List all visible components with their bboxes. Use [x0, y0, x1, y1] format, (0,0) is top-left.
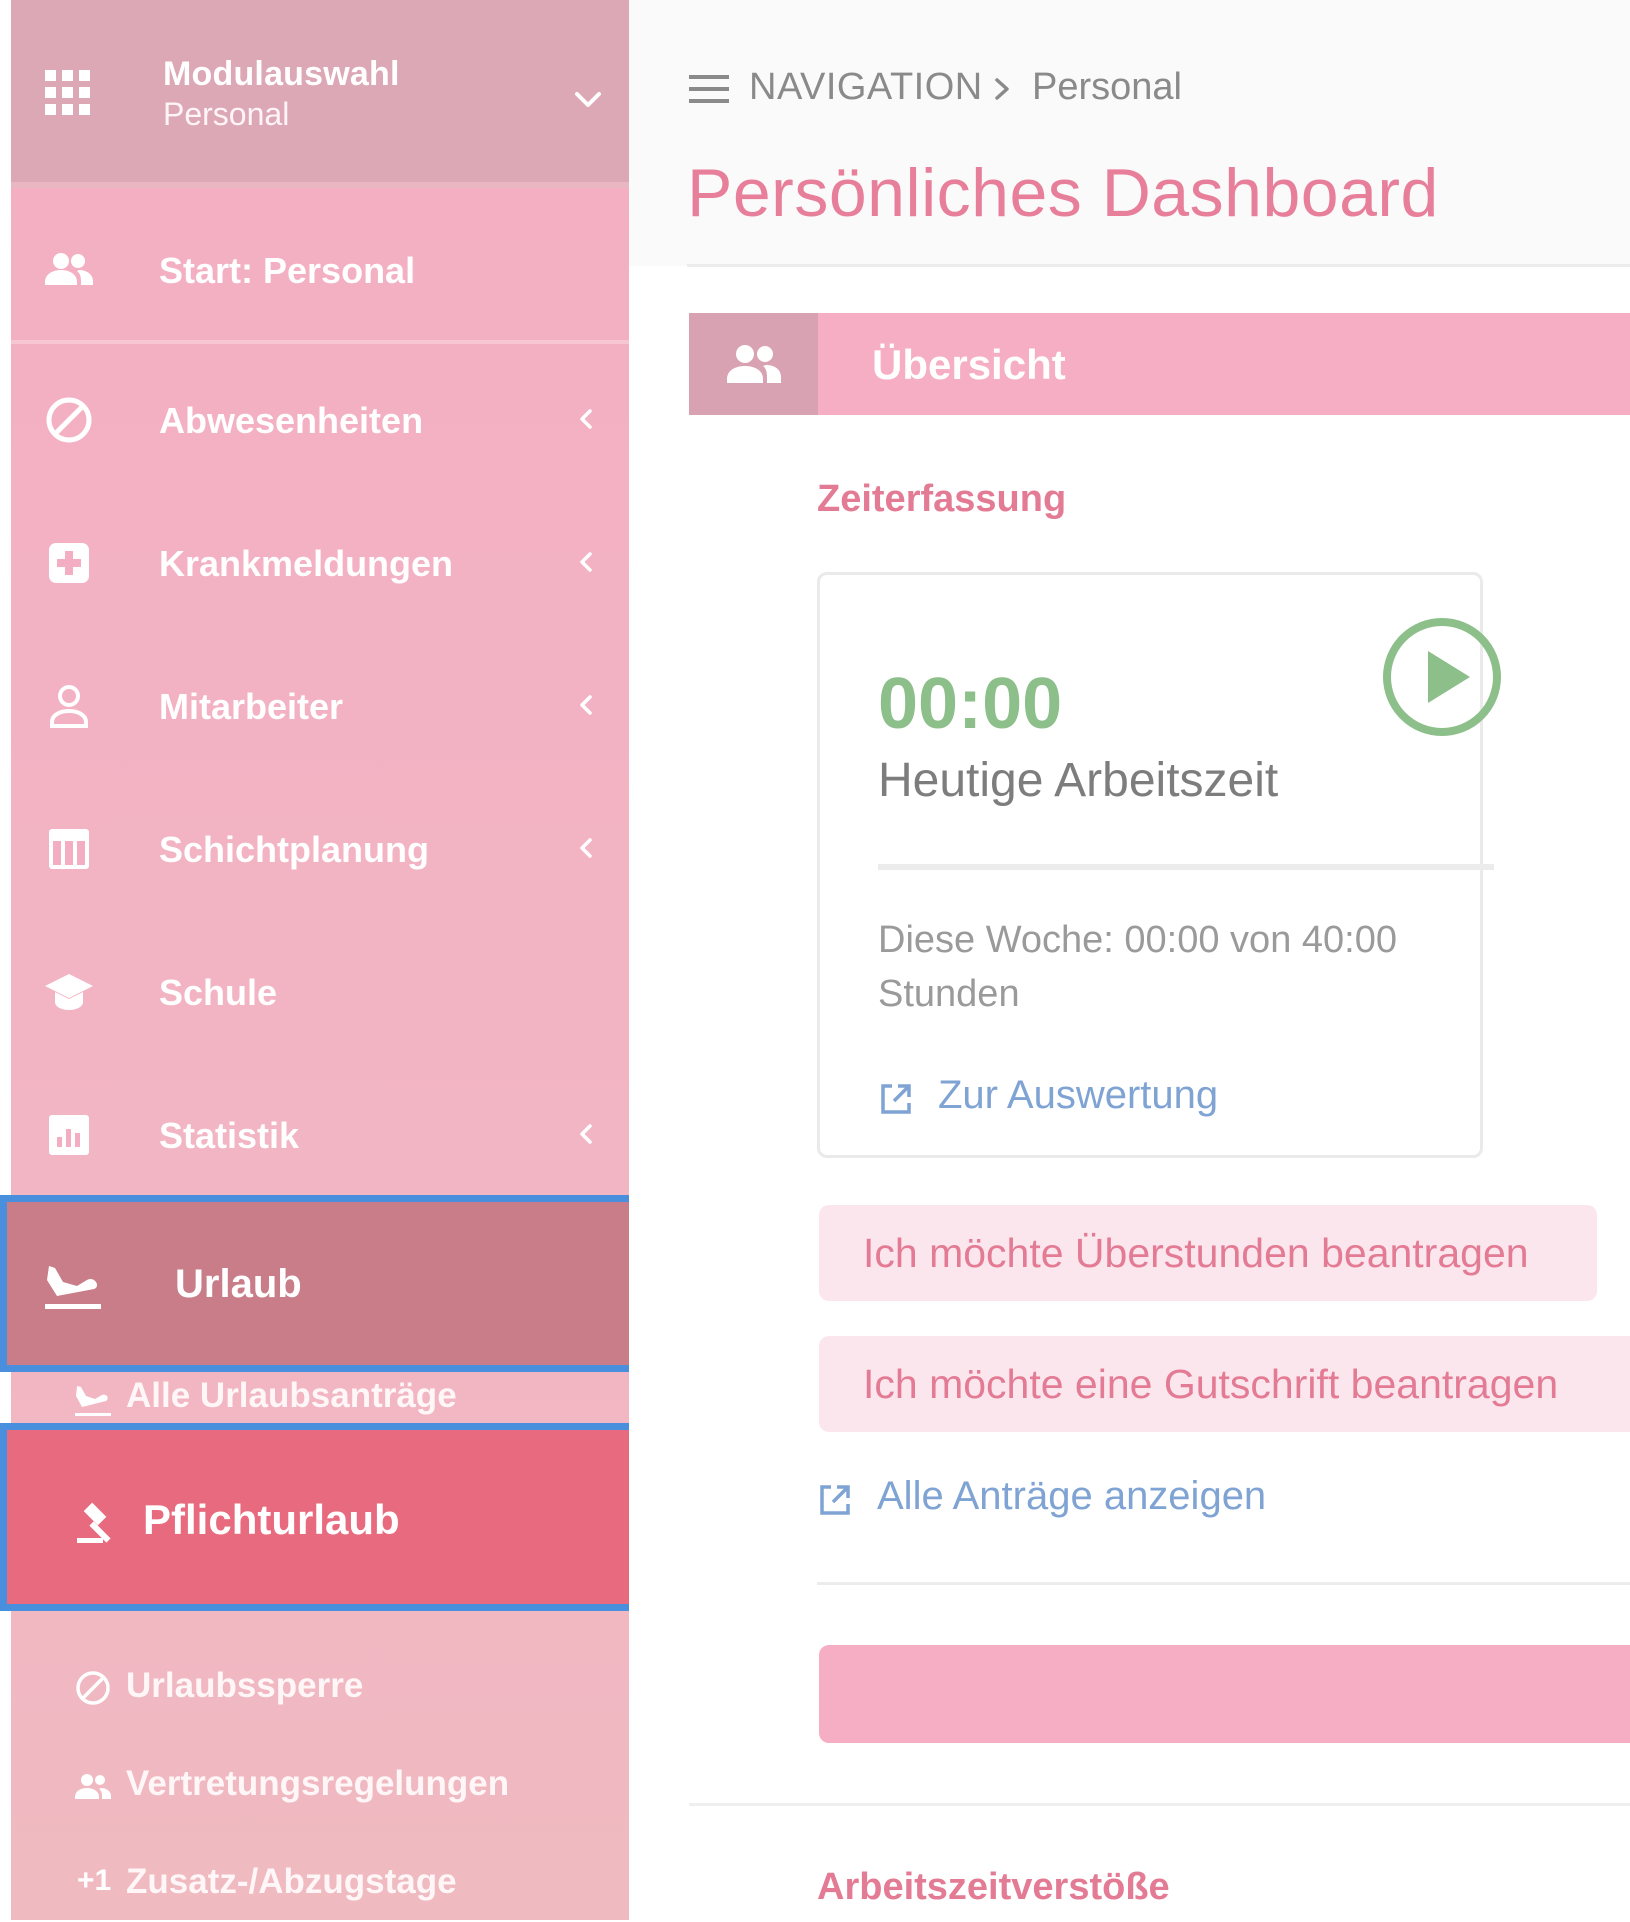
sidebar-subitem-urlaubssperre[interactable]: Urlaubssperre: [11, 1646, 629, 1726]
flight-land-icon: [45, 1266, 101, 1309]
external-link-icon: [881, 1084, 911, 1114]
apps-grid-icon: [45, 70, 90, 115]
sidebar-item-label: Schule: [159, 972, 278, 1013]
sidebar-subitem-label: Urlaubssperre: [126, 1666, 364, 1705]
sidebar-item-urlaub[interactable]: Urlaub: [0, 1195, 692, 1372]
request-overtime-button[interactable]: Ich möchte Überstunden beantragen: [819, 1205, 1597, 1301]
medical-plus-icon: [49, 543, 89, 583]
people-icon: [45, 253, 93, 285]
sidebar-item-label: Krankmeldungen: [159, 543, 454, 584]
sidebar-item-label: Urlaub: [175, 1262, 302, 1306]
week-hours-text: Diese Woche: 00:00 von 40:00 Stunden: [878, 919, 1397, 1015]
chevron-left-icon: [580, 409, 592, 429]
bar-chart-icon: [49, 1115, 89, 1155]
people-icon: [727, 345, 781, 383]
sidebar-subitem-label: Vertretungsregelungen: [126, 1764, 510, 1803]
evaluation-link-label: Zur Auswertung: [938, 1073, 1219, 1117]
page-title: Persönliches Dashboard: [687, 155, 1439, 231]
chevron-left-icon: [580, 695, 592, 715]
sidebar-item-mitarbeiter[interactable]: Mitarbeiter: [11, 636, 629, 779]
sidebar-item-label: Start: Personal: [159, 250, 416, 291]
chevron-left-icon: [580, 1124, 592, 1144]
all-requests-link-label: Alle Anträge anzeigen: [877, 1474, 1267, 1518]
time-tracking-card: 00:00 Heutige Arbeitszeit Diese Woche: 0…: [817, 572, 1501, 1158]
hamburger-menu-icon[interactable]: [689, 72, 731, 106]
sidebar-item-label: Mitarbeiter: [159, 686, 344, 727]
graduation-cap-icon: [45, 974, 93, 1010]
action-bar[interactable]: [819, 1645, 1630, 1743]
module-title: Modulauswahl: [163, 55, 400, 93]
section-divider: [817, 1582, 1630, 1585]
block-icon: [76, 1671, 110, 1705]
today-time-label: Heutige Arbeitszeit: [878, 754, 1279, 807]
sidebar-subitem-label: Pflichturlaub: [143, 1496, 400, 1543]
chevron-left-icon: [580, 552, 592, 572]
people-icon: [75, 1774, 111, 1799]
section-divider: [689, 1803, 1630, 1806]
section-label-arbeitszeitverstoesse: Arbeitszeitverstöße: [817, 1866, 1170, 1908]
sidebar-item-schichtplanung[interactable]: Schichtplanung: [11, 779, 629, 922]
sidebar-divider: [11, 340, 629, 344]
sidebar-subitem-label: Zusatz-/Abzugstage: [126, 1862, 457, 1901]
breadcrumb-root[interactable]: NAVIGATION: [749, 66, 983, 109]
person-icon: [50, 685, 88, 728]
sidebar-item-label: Abwesenheiten: [159, 400, 424, 441]
sidebar-subitem-zusatz-abzugstage[interactable]: +1 Zusatz-/Abzugstage: [11, 1842, 629, 1922]
play-icon[interactable]: [1380, 615, 1504, 739]
gavel-icon: [77, 1502, 111, 1543]
panel-icon-box: [689, 313, 818, 415]
section-label-zeiterfassung: Zeiterfassung: [817, 478, 1067, 520]
sidebar-item-schule[interactable]: Schule: [11, 922, 629, 1065]
block-icon: [46, 397, 92, 443]
sidebar-item-statistik[interactable]: Statistik: [11, 1065, 629, 1208]
sidebar-item-abwesenheiten[interactable]: Abwesenheiten: [11, 350, 629, 493]
module-selector[interactable]: Modulauswahl Personal: [11, 0, 629, 188]
plus-one-icon: +1: [77, 1864, 112, 1897]
sidebar-item-start-personal[interactable]: Start: Personal: [11, 200, 629, 343]
external-link-icon: [820, 1485, 850, 1515]
card-divider: [878, 864, 1494, 870]
table-calendar-icon: [49, 829, 89, 869]
sidebar: Modulauswahl Personal Start: Personal Ab…: [0, 0, 722, 1922]
sidebar-item-label: Statistik: [159, 1115, 300, 1156]
overview-panel-header: Übersicht: [689, 313, 1630, 415]
chevron-down-icon: [575, 92, 601, 107]
breadcrumb-current: Personal: [1032, 66, 1182, 108]
chevron-left-icon: [580, 838, 592, 858]
chevron-right-icon: [995, 78, 1009, 100]
main-content: NAVIGATION Personal Persönliches Dashboa…: [629, 0, 1630, 1920]
today-time-value: 00:00: [878, 664, 1063, 744]
sidebar-subitem-label: Alle Urlaubsanträge: [126, 1376, 457, 1415]
request-credit-button[interactable]: Ich möchte eine Gutschrift beantragen: [819, 1336, 1630, 1432]
flight-land-icon: [75, 1386, 111, 1416]
title-divider: [687, 264, 1630, 267]
sidebar-subitem-vertretungsregelungen[interactable]: Vertretungsregelungen: [11, 1744, 629, 1824]
sidebar-item-label: Schichtplanung: [159, 829, 429, 870]
sidebar-item-krankmeldungen[interactable]: Krankmeldungen: [11, 493, 629, 636]
module-subtitle: Personal: [163, 96, 290, 132]
panel-title: Übersicht: [872, 341, 1066, 388]
sidebar-subitem-pflichturlaub[interactable]: Pflichturlaub: [0, 1423, 722, 1611]
